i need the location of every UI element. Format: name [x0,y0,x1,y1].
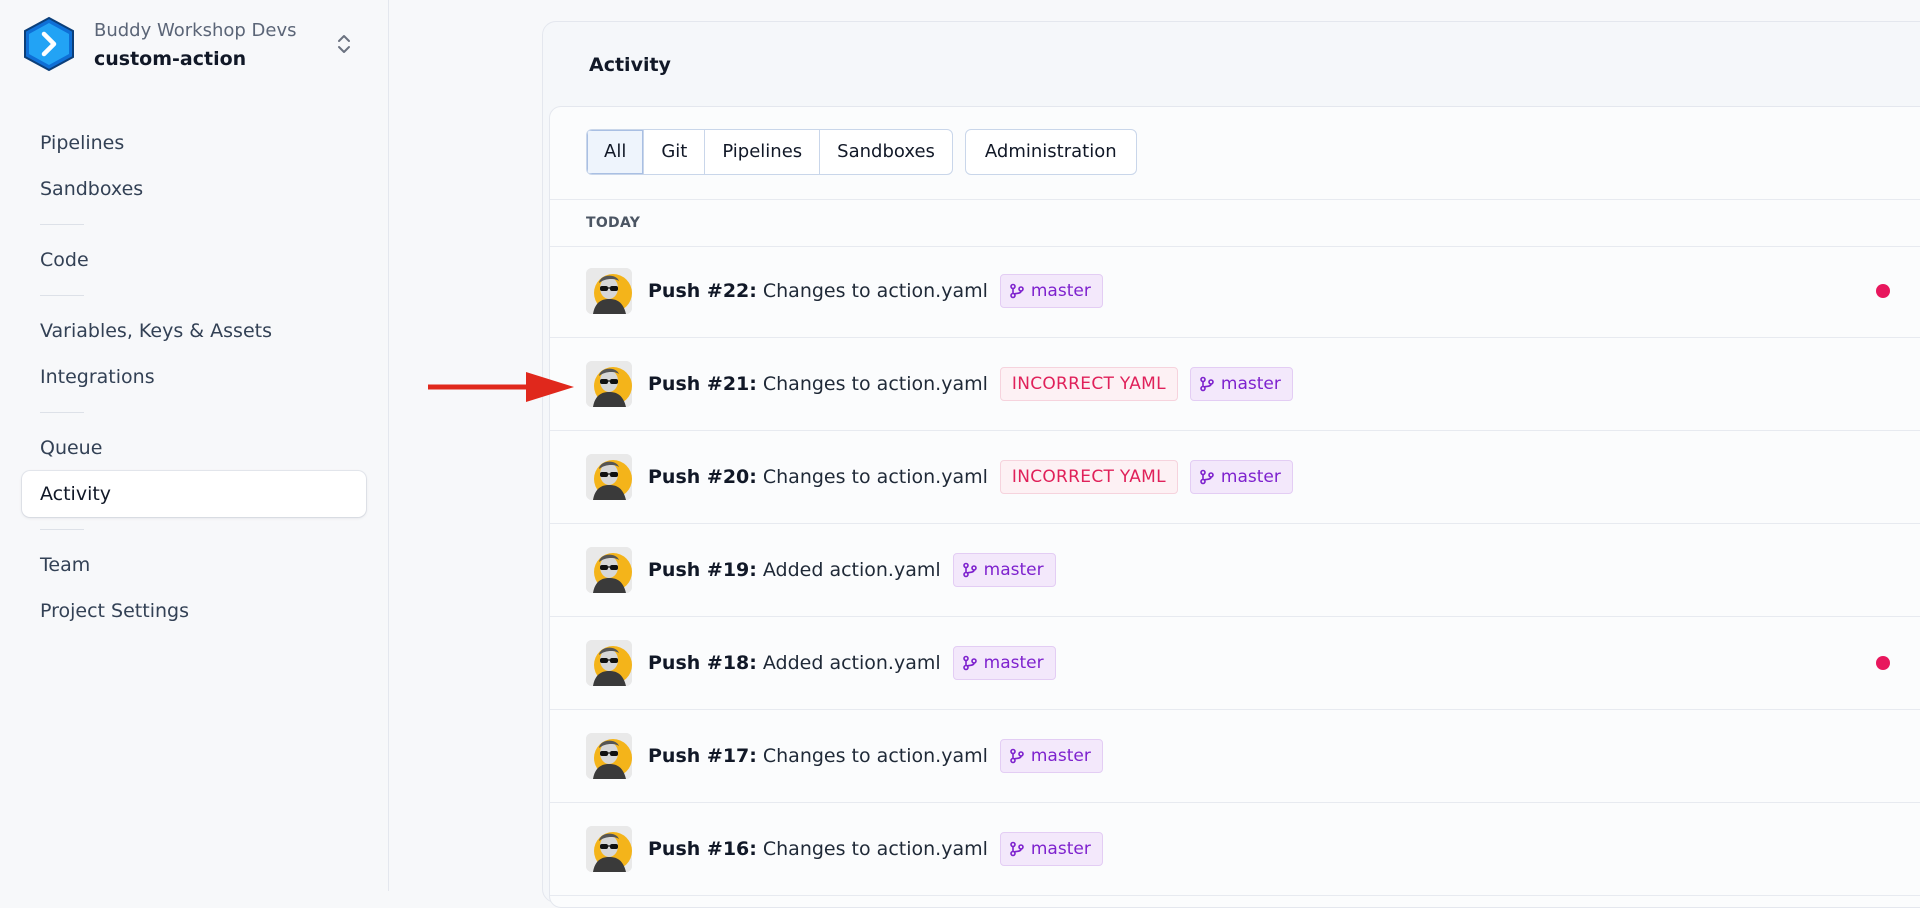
activity-card: Activity All Git Pipelines Sandboxes Adm… [542,21,1920,908]
nav-divider [40,412,84,413]
activity-summary: Push #22: Changes to action.yaml master [648,245,1103,337]
unread-dot-icon [1876,284,1890,298]
unread-dot-icon [1876,656,1890,670]
section-header: TODAY [550,199,1920,247]
workspace-header[interactable]: Buddy Workshop Devs custom-action [22,16,368,74]
push-message: Changes to action.yaml [762,280,988,302]
branch-name: master [1030,839,1091,859]
activity-filters: All Git Pipelines Sandboxes Administrati… [586,129,1137,175]
push-message: Changes to action.yaml [762,745,988,767]
push-message: Changes to action.yaml [762,466,988,488]
avatar [586,640,632,686]
branch-badge[interactable]: master [999,832,1103,866]
buddy-logo-icon [24,16,74,72]
activity-row[interactable]: Push #19: Added action.yaml master [550,524,1920,617]
sidebar-item-team[interactable]: Team [22,542,366,588]
branch-name: master [983,653,1044,673]
sidebar-item-pipelines[interactable]: Pipelines [22,120,366,166]
branch-name: master [1030,281,1091,301]
filter-segmented-control: All Git Pipelines Sandboxes [586,129,953,175]
push-number: Push #19: [648,559,757,581]
activity-row[interactable]: Push #21: Changes to action.yaml INCORRECT… [550,338,1920,431]
branch-badge[interactable]: master [952,553,1056,587]
nav-divider [40,529,84,530]
git-branch-icon [1010,841,1024,857]
avatar [586,361,632,407]
activity-summary: Push #18: Added action.yaml master [648,617,1056,709]
git-branch-icon [1010,748,1024,764]
git-branch-icon [962,562,977,578]
branch-badge[interactable]: master [999,739,1103,773]
push-number: Push #17: [648,745,757,767]
push-number: Push #20: [648,466,757,488]
filter-git[interactable]: Git [644,130,706,174]
git-branch-icon [1200,469,1214,485]
push-number: Push #21: [648,373,757,395]
push-message: Changes to action.yaml [762,838,988,860]
push-number: Push #18: [648,652,757,674]
git-branch-icon [1200,376,1214,392]
branch-name: master [983,560,1044,580]
activity-summary: Push #19: Added action.yaml master [648,524,1056,616]
chevron-up-down-icon[interactable] [332,30,356,58]
activity-list: Push #22: Changes to action.yaml master Pus… [550,245,1920,896]
branch-badge[interactable]: master [1189,367,1293,401]
sidebar-item-sandboxes[interactable]: Sandboxes [22,166,366,212]
filter-sandboxes[interactable]: Sandboxes [820,130,952,174]
git-branch-icon [1010,283,1024,299]
activity-summary: Push #21: Changes to action.yaml INCORRECT… [648,338,1293,430]
push-message: Added action.yaml [762,652,941,674]
page-title: Activity [589,54,671,76]
push-number: Push #22: [648,280,757,302]
activity-row[interactable]: Push #17: Changes to action.yaml master [550,710,1920,803]
section-label: TODAY [586,215,641,231]
avatar [586,733,632,779]
activity-row[interactable]: Push #18: Added action.yaml master [550,617,1920,710]
avatar [586,268,632,314]
branch-name: master [1220,467,1281,487]
branch-name: master [1030,746,1091,766]
activity-row[interactable]: Push #22: Changes to action.yaml master [550,245,1920,338]
avatar [586,454,632,500]
branch-badge[interactable]: master [952,646,1056,680]
activity-summary: Push #20: Changes to action.yaml INCORRECT… [648,431,1293,523]
sidebar-item-activity[interactable]: Activity [22,471,366,517]
sidebar: Buddy Workshop Devs custom-action Pipeli… [0,0,389,891]
filter-all[interactable]: All [587,130,645,174]
sidebar-item-queue[interactable]: Queue [22,425,366,471]
sidebar-item-integrations[interactable]: Integrations [22,354,366,400]
administration-button[interactable]: Administration [964,129,1137,175]
activity-row[interactable]: Push #16: Changes to action.yaml master [550,803,1920,896]
push-message: Changes to action.yaml [762,373,988,395]
branch-badge[interactable]: master [1189,460,1293,494]
error-badge: INCORRECT YAML [999,367,1178,401]
sidebar-item-project-settings[interactable]: Project Settings [22,588,366,634]
error-badge: INCORRECT YAML [999,460,1178,494]
sidebar-nav: Pipelines Sandboxes Code Variables, Keys… [22,120,366,634]
git-branch-icon [962,655,977,671]
sidebar-item-code[interactable]: Code [22,237,366,283]
red-arrow-icon [428,372,574,402]
activity-summary: Push #16: Changes to action.yaml master [648,803,1103,895]
branch-badge[interactable]: master [999,274,1103,308]
activity-panel: All Git Pipelines Sandboxes Administrati… [549,106,1920,908]
avatar [586,547,632,593]
push-message: Added action.yaml [762,559,941,581]
avatar [586,826,632,872]
nav-divider [40,295,84,296]
org-name: Buddy Workshop Devs [94,20,297,41]
branch-name: master [1220,374,1281,394]
activity-row[interactable]: Push #20: Changes to action.yaml INCORRECT… [550,431,1920,524]
nav-divider [40,224,84,225]
activity-summary: Push #17: Changes to action.yaml master [648,710,1103,802]
filter-pipelines[interactable]: Pipelines [705,130,821,174]
project-name: custom-action [94,48,247,70]
push-number: Push #16: [648,838,757,860]
sidebar-item-variables[interactable]: Variables, Keys & Assets [22,308,366,354]
